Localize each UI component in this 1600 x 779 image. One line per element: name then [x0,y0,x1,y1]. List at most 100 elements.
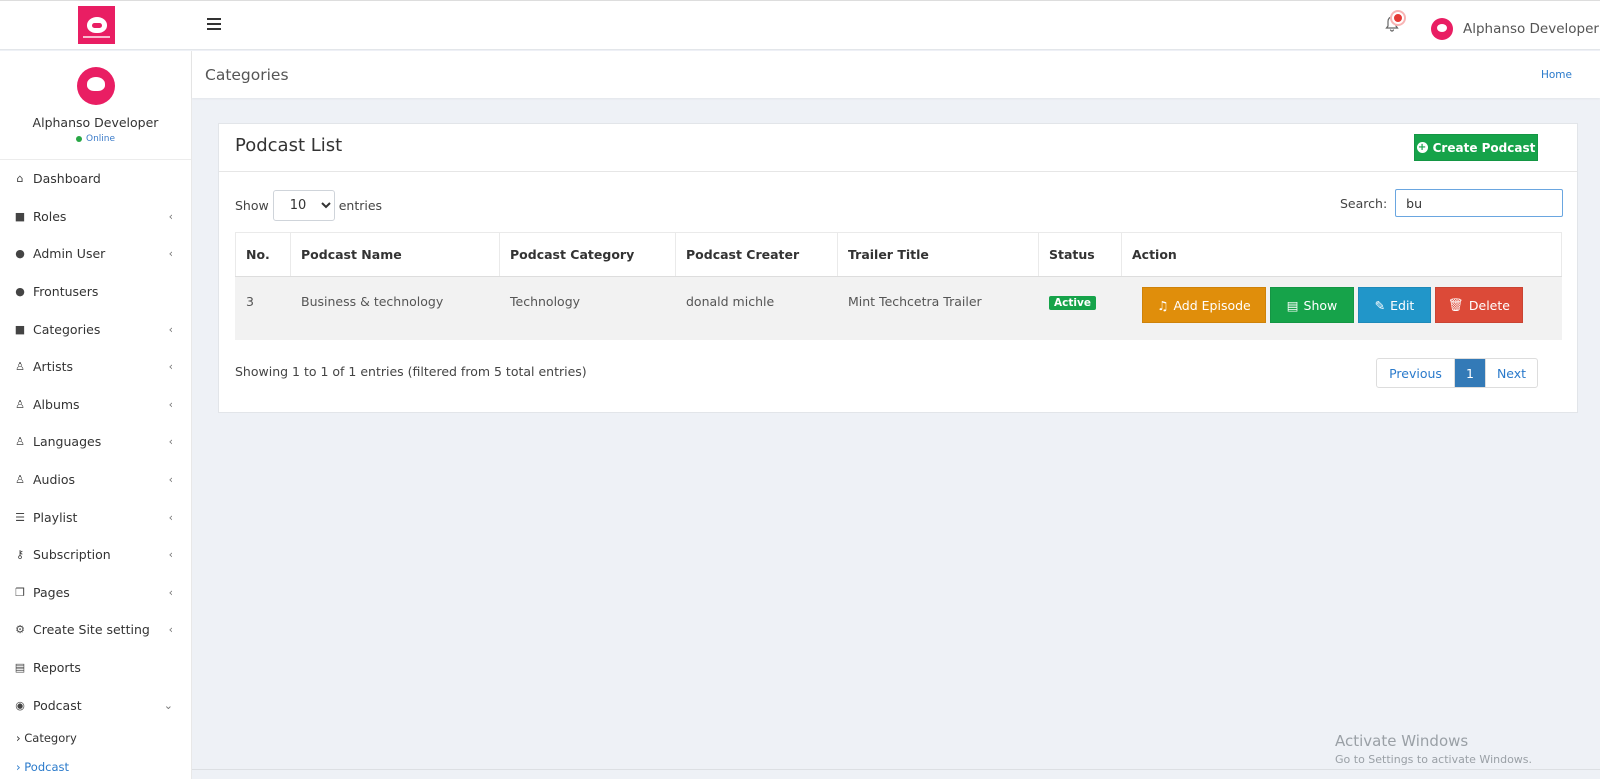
page-length-control: Show 10 entries [235,190,382,221]
sidebar-item-categories[interactable]: ■ Categories ‹ [0,310,191,348]
top-navbar: Alphanso Developer [0,0,1600,50]
users-icon: ● [15,285,25,299]
sidebar-item-podcast[interactable]: ◉ Podcast ⌄ [0,686,191,724]
brand-logo[interactable] [78,6,115,44]
chevron-left-icon: ‹ [168,510,173,524]
sidebar-item-frontusers[interactable]: ● Frontusers [0,273,191,311]
sidebar-item-albums[interactable]: ♙ Albums ‹ [0,386,191,424]
chevron-left-icon: ‹ [168,209,173,223]
sidebar-item-artists[interactable]: ♙ Artists ‹ [0,348,191,386]
chevron-left-icon: ‹ [168,322,173,336]
sidebar-item-site-setting[interactable]: ⚙ Create Site setting ‹ [0,611,191,649]
show-button[interactable]: ▤ Show [1270,287,1354,323]
sidebar-item-subscription[interactable]: ⚷ Subscription ‹ [0,536,191,574]
copy-icon: ❐ [15,585,25,599]
sidebar-item-audios[interactable]: ♙ Audios ‹ [0,461,191,499]
column-header-trailer-title[interactable]: Trailer Title [837,232,1039,277]
chevron-right-icon: › [16,760,25,775]
column-header-no[interactable]: No. [235,232,291,277]
podcast-table: No. Podcast Name Podcast Category Podcas… [235,232,1562,340]
sidebar-menu: ⌂ Dashboard ■ Roles ‹ ● Admin User ‹ ● Frontus… [0,160,191,724]
sidebar-item-roles[interactable]: ■ Roles ‹ [0,198,191,236]
list-icon: ☰ [15,510,25,524]
sidebar-item-playlist[interactable]: ☰ Playlist ‹ [0,498,191,536]
edit-button[interactable]: ✎ Edit [1358,287,1431,323]
notification-badge [1390,10,1406,26]
row-actions: ♫ Add Episode ▤ Show ✎ Edit 🗑 Delete [1132,287,1562,323]
add-episode-button[interactable]: ♫ Add Episode [1142,287,1266,323]
sidebar-item-languages[interactable]: ♙ Languages ‹ [0,423,191,461]
chevron-right-icon: › [16,731,25,746]
cell-no: 3 [235,276,291,340]
chevron-down-icon: ⌄ [163,698,173,712]
chevron-left-icon: ‹ [168,473,173,487]
footer-divider [192,769,1600,770]
profile-name: Alphanso Developer [32,115,159,130]
chevron-left-icon: ‹ [168,548,173,562]
search-control: Search: [1340,189,1564,217]
file-excel-icon: ▤ [14,661,26,675]
sidebar-subitem-category[interactable]: › Category [0,724,191,753]
cell-podcast-category: Technology [499,276,676,340]
column-header-podcast-name[interactable]: Podcast Name [290,232,500,277]
sidebar-item-admin-user[interactable]: ● Admin User ‹ [0,235,191,273]
sidebar-item-pages[interactable]: ❐ Pages ‹ [0,574,191,612]
card-title: Podcast List [235,135,343,156]
briefcase-icon: ■ [14,322,26,336]
cell-podcast-name: Business & technology [290,276,500,340]
create-podcast-button[interactable]: + Create Podcast [1414,134,1538,161]
breadcrumb[interactable]: Home [1541,69,1572,81]
delete-button[interactable]: 🗑 Delete [1435,287,1523,323]
search-input[interactable] [1395,189,1564,217]
cell-actions: ♫ Add Episode ▤ Show ✎ Edit 🗑 Delete [1121,276,1562,340]
person-icon: ♙ [15,473,25,487]
chevron-left-icon: ‹ [168,397,173,411]
column-header-podcast-creater[interactable]: Podcast Creater [675,232,838,277]
cell-status: Active [1038,276,1122,340]
person-icon: ♙ [15,435,25,449]
sidebar-subitem-podcast[interactable]: › Podcast [0,753,191,779]
chevron-left-icon: ‹ [168,247,173,261]
podcast-submenu: › Category › Podcast [0,724,191,779]
cell-trailer-title: Mint Techcetra Trailer [837,276,1039,340]
user-name: Alphanso Developer [1463,21,1599,37]
table-row: 3 Business & technology Technology donal… [235,276,1562,340]
chevron-left-icon: ‹ [168,623,173,637]
column-header-status[interactable]: Status [1038,232,1122,277]
activate-windows-watermark: Activate Windows Go to Settings to activ… [1335,732,1533,766]
hamburger-menu-icon[interactable] [207,18,221,32]
trash-icon: 🗑 [1448,297,1464,312]
user-menu[interactable]: Alphanso Developer [1431,18,1599,40]
sidebar: Alphanso Developer Online ⌂ Dashboard ■ Ro… [0,51,192,779]
sidebar-item-dashboard[interactable]: ⌂ Dashboard [0,160,191,198]
previous-page-button[interactable]: Previous [1377,359,1455,387]
page-length-select[interactable]: 10 [272,190,335,221]
podcast-list-card: Podcast List + Create Podcast Show 10 ent… [218,123,1578,413]
sidebar-item-reports[interactable]: ▤ Reports [0,649,191,687]
users-icon: ● [15,247,25,261]
status-badge: Active [1049,296,1096,310]
sidebar-profile: Alphanso Developer Online [0,51,191,160]
column-header-podcast-category[interactable]: Podcast Category [499,232,676,277]
table-info: Showing 1 to 1 of 1 entries (filtered fr… [235,364,587,379]
briefcase-icon: ■ [14,209,26,223]
person-icon: ♙ [15,360,25,374]
next-page-button[interactable]: Next [1485,359,1537,387]
avatar [76,67,115,105]
column-header-action: Action [1121,232,1562,277]
online-status: Online [0,134,191,144]
pagination: Previous 1 Next [1376,358,1538,388]
edit-icon: ✎ [1374,297,1386,313]
page-title: Categories [205,66,289,84]
avatar [1431,18,1453,40]
page-1-button[interactable]: 1 [1455,359,1485,387]
status-dot-icon [75,136,82,142]
list-alt-icon: ▤ [1286,297,1299,313]
plus-circle-icon: + [1416,142,1428,153]
person-icon: ♙ [15,397,25,411]
card-header: Podcast List + Create Podcast [219,124,1577,172]
cell-podcast-creater: donald michle [675,276,838,340]
chevron-left-icon: ‹ [168,435,173,449]
table-header-row: No. Podcast Name Podcast Category Podcas… [235,232,1562,277]
key-icon: ⚷ [15,548,25,562]
